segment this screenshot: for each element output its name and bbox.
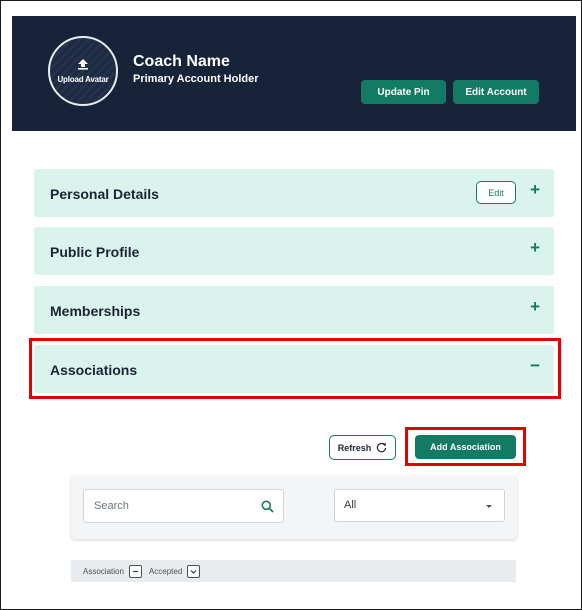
refresh-label: Refresh [337, 442, 372, 453]
column-header-bar: Association Accepted [71, 560, 516, 582]
panel-personal-details[interactable]: Personal Details Edit + [34, 169, 554, 217]
refresh-button[interactable]: Refresh [329, 435, 396, 460]
upload-icon [78, 59, 88, 70]
panel-public-profile[interactable]: Public Profile + [34, 227, 554, 275]
update-pin-button[interactable]: Update Pin [361, 80, 446, 104]
profile-header: Upload Avatar Coach Name Primary Account… [12, 16, 576, 131]
panel-title: Public Profile [50, 244, 140, 260]
panel-memberships[interactable]: Memberships + [34, 286, 554, 334]
expand-icon[interactable]: + [530, 239, 540, 256]
minus-icon [132, 570, 138, 572]
chevron-down-icon [486, 505, 492, 508]
refresh-icon [377, 442, 387, 453]
column-accepted-label: Accepted [148, 566, 183, 576]
status-select[interactable]: All [334, 489, 505, 522]
filter-card: Search All [71, 476, 517, 539]
panel-title: Memberships [50, 303, 141, 319]
expand-icon[interactable]: + [530, 181, 540, 198]
select-value: All [344, 499, 357, 511]
search-input[interactable]: Search [83, 489, 284, 523]
highlight-associations [29, 338, 561, 399]
personal-details-edit-button[interactable]: Edit [476, 181, 516, 204]
profile-role: Primary Account Holder [133, 73, 259, 85]
search-placeholder: Search [94, 500, 129, 512]
edit-account-button[interactable]: Edit Account [453, 80, 539, 104]
column-association-toggle[interactable] [128, 564, 142, 578]
avatar-label: Upload Avatar [57, 75, 109, 84]
column-association-label: Association [83, 566, 124, 576]
upload-avatar-button[interactable]: Upload Avatar [48, 36, 118, 106]
search-icon[interactable] [261, 500, 274, 513]
column-accepted-toggle[interactable] [187, 564, 201, 578]
profile-name: Coach Name [133, 53, 230, 70]
page-frame: Upload Avatar Coach Name Primary Account… [0, 0, 582, 610]
panel-title: Personal Details [50, 186, 159, 202]
expand-icon[interactable]: + [530, 298, 540, 315]
highlight-add-association [405, 427, 526, 466]
chevron-down-icon [190, 569, 197, 574]
